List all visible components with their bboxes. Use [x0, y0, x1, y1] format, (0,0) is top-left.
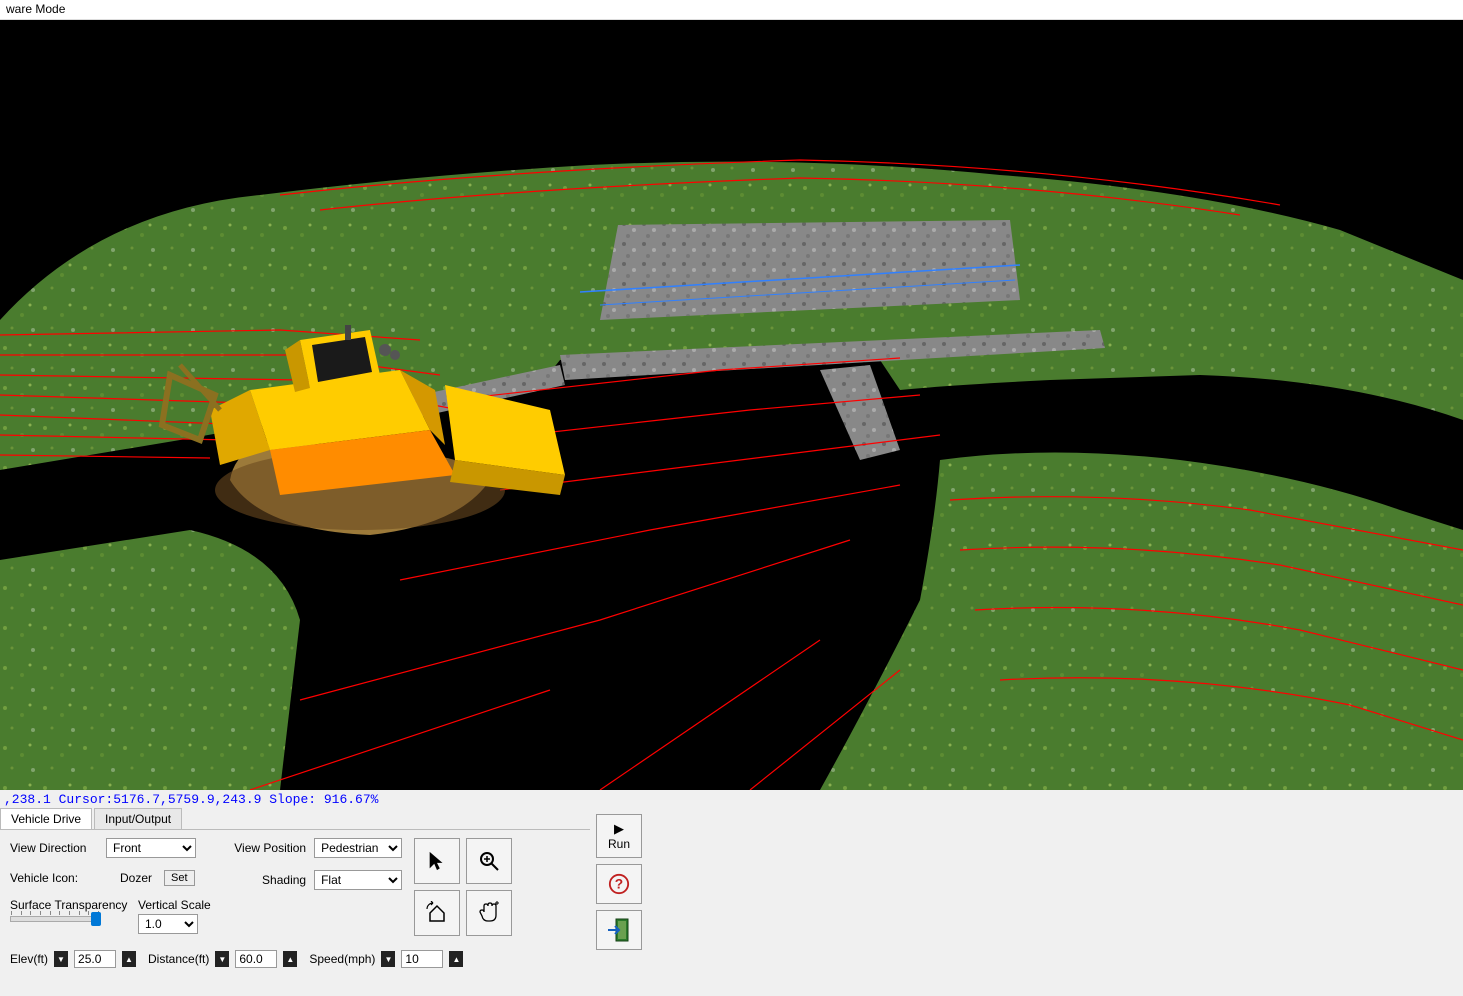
exit-button[interactable] — [596, 910, 642, 950]
distance-input[interactable] — [235, 950, 277, 968]
tab-vehicle-drive[interactable]: Vehicle Drive — [0, 808, 92, 829]
speed-label: Speed(mph) — [309, 952, 375, 966]
tabs-panel: Vehicle Drive Input/Output View Directio… — [0, 808, 590, 996]
distance-label: Distance(ft) — [148, 952, 209, 966]
view-position-label: View Position — [232, 841, 306, 855]
view-direction-select[interactable]: Front — [106, 838, 196, 858]
home-view-button[interactable] — [414, 890, 460, 936]
elev-input[interactable] — [74, 950, 116, 968]
vertical-scale-select[interactable]: 1.0 — [138, 914, 198, 934]
help-button[interactable]: ? — [596, 864, 642, 904]
set-vehicle-button[interactable]: Set — [164, 870, 195, 886]
speed-input[interactable] — [401, 950, 443, 968]
title-text: ware Mode — [6, 2, 65, 16]
home-rotate-icon — [425, 901, 449, 925]
exit-door-icon — [606, 917, 632, 943]
tab-input-output[interactable]: Input/Output — [94, 808, 182, 829]
tool-icon-grid — [414, 838, 524, 936]
view-position-select[interactable]: Pedestrian — [314, 838, 402, 858]
elev-down-button[interactable]: ▼ — [54, 951, 68, 967]
run-label: Run — [608, 837, 630, 851]
select-tool-button[interactable] — [414, 838, 460, 884]
run-button[interactable]: ▶ Run — [596, 814, 642, 858]
3d-viewport[interactable] — [0, 20, 1463, 790]
transparency-slider-thumb[interactable] — [91, 912, 101, 926]
status-text: ,238.1 Cursor:5176.7,5759.9,243.9 Slope:… — [4, 792, 378, 807]
control-panel-area: Vehicle Drive Input/Output View Directio… — [0, 808, 1463, 996]
vehicle-icon-value: Dozer — [106, 871, 156, 885]
vehicle-drive-content: View Direction Front Vehicle Icon: Dozer… — [0, 830, 590, 996]
side-button-column: ▶ Run ? — [590, 808, 642, 996]
shading-select[interactable]: Flat — [314, 870, 402, 890]
status-bar: ,238.1 Cursor:5176.7,5759.9,243.9 Slope:… — [0, 790, 1463, 808]
question-icon: ? — [608, 873, 630, 895]
zoom-tool-button[interactable] — [466, 838, 512, 884]
vehicle-icon-label: Vehicle Icon: — [10, 871, 98, 885]
transparency-slider[interactable] — [10, 916, 100, 922]
vertical-scale-label: Vertical Scale — [138, 898, 211, 912]
distance-up-button[interactable]: ▲ — [283, 951, 297, 967]
tab-row: Vehicle Drive Input/Output — [0, 808, 590, 830]
distance-down-button[interactable]: ▼ — [215, 951, 229, 967]
hand-icon — [477, 901, 501, 925]
speed-down-button[interactable]: ▼ — [381, 951, 395, 967]
terrain-render — [0, 20, 1463, 790]
pan-tool-button[interactable] — [466, 890, 512, 936]
speed-up-button[interactable]: ▲ — [449, 951, 463, 967]
elev-up-button[interactable]: ▲ — [122, 951, 136, 967]
cursor-icon — [426, 850, 448, 872]
zoom-icon — [477, 849, 501, 873]
window-title-bar: ware Mode — [0, 0, 1463, 20]
svg-text:?: ? — [615, 877, 623, 892]
play-icon: ▶ — [614, 821, 624, 837]
surface-transparency-label: Surface Transparency — [10, 898, 127, 912]
elev-label: Elev(ft) — [10, 952, 48, 966]
shading-label: Shading — [232, 873, 306, 887]
numeric-controls-row: Elev(ft) ▼ ▲ Distance(ft) ▼ ▲ Speed(mph)… — [10, 950, 580, 968]
view-direction-label: View Direction — [10, 841, 98, 855]
